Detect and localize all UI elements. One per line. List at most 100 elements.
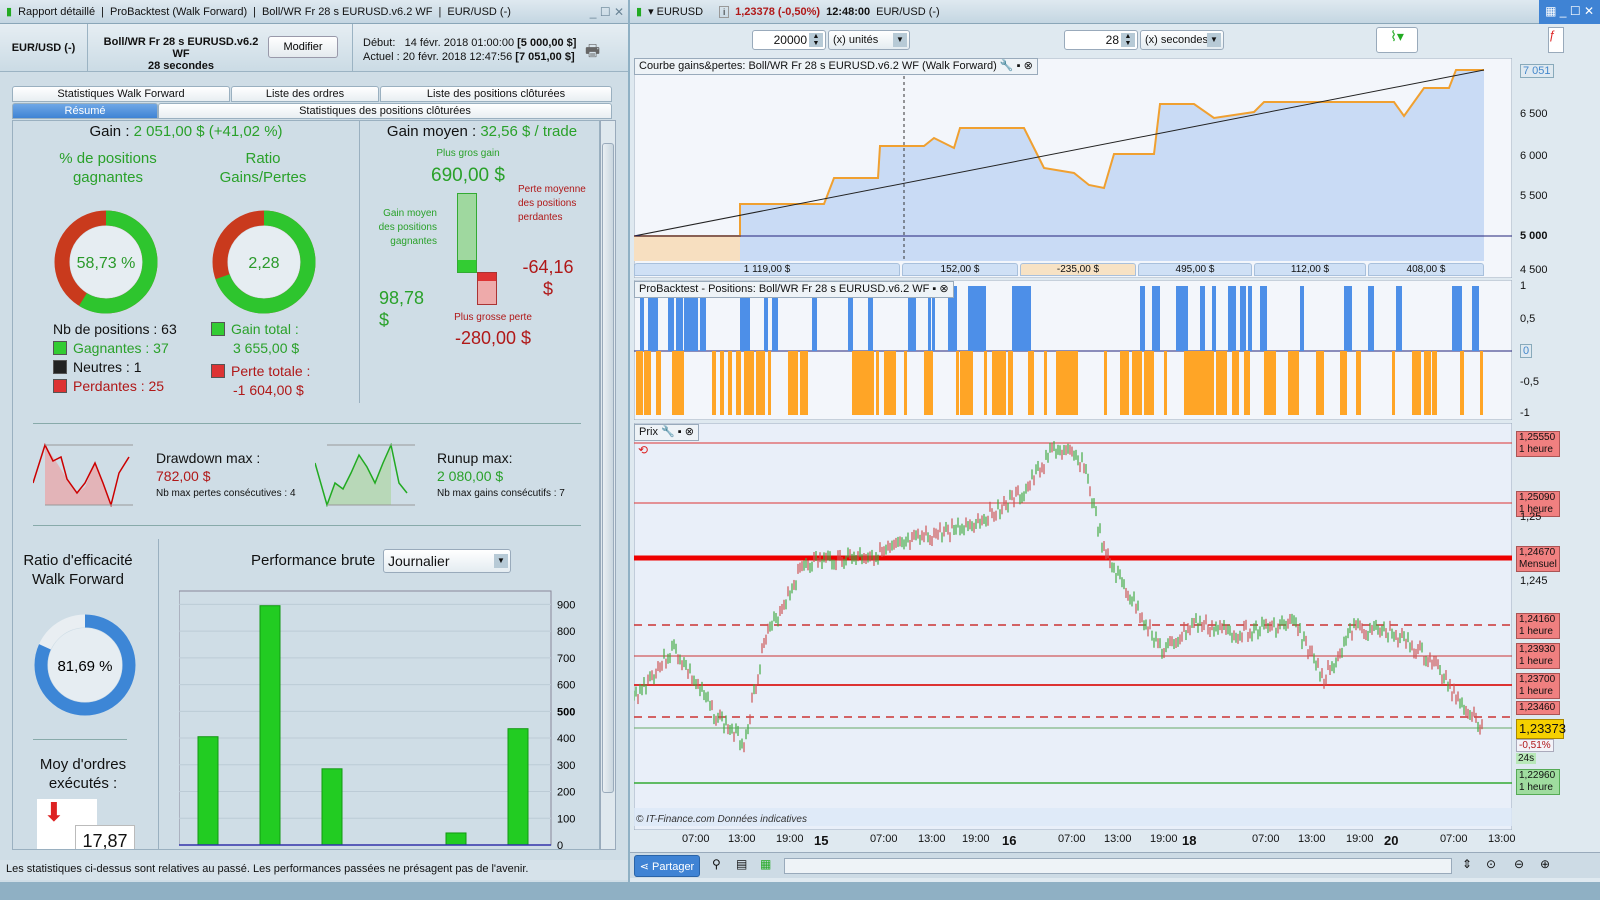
short-position-bar [736, 351, 741, 415]
price-tag-period: Mensuel [1519, 559, 1557, 570]
period-value: 28 [1105, 33, 1119, 47]
print-icon[interactable]: 🖶 [585, 40, 600, 67]
short-position-bar [1432, 351, 1437, 415]
long-position-bar [1200, 286, 1205, 351]
tab-closed-position-stats[interactable]: Statistiques des positions clôturées [158, 103, 612, 119]
short-position-bar [960, 351, 964, 415]
axis-label: -1 [1520, 407, 1530, 419]
price-tag-period: 1 heure [1519, 626, 1553, 637]
wrench-icon[interactable]: 🔧 [661, 426, 675, 438]
keyboard-icon[interactable]: ▦ [1545, 4, 1556, 18]
stepper-arrows-icon[interactable]: ▲ ▼ [809, 33, 823, 47]
grid-icon[interactable]: ▦ [760, 857, 771, 871]
change-tag: -0,51% [1516, 739, 1554, 752]
quantity-stepper[interactable]: 20000 ▲ ▼ [752, 30, 826, 50]
horizontal-scrollbar[interactable] [784, 858, 1452, 874]
watermark: © IT-Finance.com Données indicatives [636, 814, 807, 825]
ratio-value: 2,28 [248, 255, 279, 272]
short-position-bar [804, 351, 808, 415]
candlestick-icon: ▮ [6, 6, 13, 18]
short-position-bar [924, 351, 933, 415]
time-axis-label: 16 [1002, 833, 1017, 848]
short-position-bar [856, 351, 864, 415]
short-position-bar [876, 351, 879, 415]
zoom-in-icon[interactable]: ⊕ [1540, 857, 1550, 871]
axis-label: 1 [1520, 280, 1527, 292]
minimize-icon[interactable]: _ [590, 5, 597, 19]
gain-total-value: 3 655,00 $ [233, 340, 300, 356]
axis-label: 6 500 [1520, 108, 1548, 120]
avg-loss-bar [477, 272, 497, 305]
summary-scrollbar[interactable] [600, 120, 616, 850]
max-losses: Nb max pertes consécutives : 4 [156, 488, 296, 499]
close-pane-icon[interactable]: ⊗ [939, 283, 948, 295]
ratio-title: Ratio Gains/Pertes [219, 150, 307, 186]
y-tick-label: 500 [557, 706, 575, 718]
tab-walk-forward-stats[interactable]: Statistiques Walk Forward [12, 86, 230, 102]
axis-label: 5 500 [1520, 190, 1548, 202]
chart-titlebar: ▮ ▾ EURUSD i 1,23378 (-0,50%) 12:48:00 E… [630, 0, 1600, 24]
table-icon[interactable]: ▤ [736, 857, 747, 871]
minimize-icon[interactable]: _ [1560, 4, 1567, 18]
tab-closed-positions[interactable]: Liste des positions clôturées [380, 86, 612, 102]
cursor-icon[interactable]: ⇕ [1462, 857, 1472, 871]
quantity-unit-select[interactable]: (x) unités ▼ [828, 30, 910, 50]
add-indicator-button[interactable]: ⌇▾ [1376, 27, 1418, 53]
maximize-icon[interactable]: ☐ [1570, 4, 1581, 18]
maximize-icon[interactable]: ☐ [600, 5, 611, 19]
current-time: 12:48:00 [826, 5, 871, 18]
current-capital: [7 051,00 $] [515, 51, 575, 63]
losers-count: Perdantes : 25 [73, 378, 165, 394]
price-tag-value: 1,24670 [1519, 547, 1556, 558]
period-unit-select[interactable]: (x) secondes ▼ [1140, 30, 1224, 50]
window-icon[interactable]: ▪ [932, 283, 936, 295]
long-position-bar [1024, 286, 1031, 351]
tab-orders[interactable]: Liste des ordres [231, 86, 379, 102]
info-icon[interactable]: i [719, 5, 730, 18]
window-icon[interactable]: ▪ [1017, 60, 1021, 72]
refresh-icon[interactable]: ⟲ [638, 443, 648, 457]
long-position-bar [1180, 286, 1188, 351]
wf-ratio-value: 81,69 % [57, 658, 112, 675]
period-stepper[interactable]: 28 ▲ ▼ [1064, 30, 1138, 50]
runup-sparkline [315, 443, 415, 507]
close-icon[interactable]: ✕ [614, 5, 624, 19]
long-position-bar [980, 286, 986, 351]
bar-countdown: 24s [1516, 753, 1537, 764]
positions-pane-title: ProBacktest - Positions: Boll/WR Fr 28 s… [634, 281, 954, 298]
price-axis: 1,25550 1 heure 1,25090 1 heure 1,25 1,246… [1512, 423, 1600, 830]
symbol-dropdown[interactable]: ▾ EURUSD [648, 5, 703, 18]
chevron-down-icon: ▼ [1207, 33, 1221, 47]
perf-bar [445, 832, 467, 846]
share-button[interactable]: ⋖ Partager [634, 855, 700, 877]
long-position-bar [1016, 286, 1019, 351]
tool-icon[interactable]: ⚲ [712, 857, 721, 871]
stepper-arrows-icon[interactable]: ▲ ▼ [1121, 33, 1135, 47]
window-icon[interactable]: ▪ [678, 426, 682, 438]
candlestick-icon: ▮ [636, 6, 643, 18]
time-axis-label: 13:00 [918, 833, 946, 845]
scrollbar-thumb[interactable] [602, 143, 614, 793]
wf-ratio-donut: 81,69 % [34, 614, 136, 716]
zoom-fit-icon[interactable]: ⊙ [1486, 857, 1496, 871]
equity-curve-chart [634, 58, 1512, 278]
zoom-out-icon[interactable]: ⊖ [1514, 857, 1524, 871]
long-position-bar [1260, 286, 1267, 351]
close-icon[interactable]: ✕ [1584, 4, 1594, 18]
indicator-side-icon[interactable]: ƒ [1548, 27, 1564, 53]
price-tag-value: 1,23700 [1519, 674, 1556, 685]
axis-label: -0,5 [1520, 376, 1539, 388]
short-position-bar [864, 351, 874, 415]
close-pane-icon[interactable]: ⊗ [685, 426, 694, 438]
time-axis-label: 19:00 [1346, 833, 1374, 845]
equity-title: Courbe gains&pertes: Boll/WR Fr 28 s EUR… [639, 60, 997, 72]
symbol-label: EURUSD [656, 6, 704, 18]
modify-button[interactable]: Modifier [268, 36, 338, 58]
tab-summary[interactable]: Résumé [12, 103, 158, 119]
avg-loss-label: Perte moyenne des positions perdantes [518, 184, 586, 223]
close-pane-icon[interactable]: ⊗ [1024, 60, 1033, 72]
wrench-icon[interactable]: 🔧 [1000, 60, 1014, 72]
disclaimer-status: Les statistiques ci-dessus sont relative… [0, 860, 628, 880]
y-tick-label: 200 [557, 787, 575, 799]
perf-period-select[interactable]: Journalier ▼ [383, 549, 511, 573]
